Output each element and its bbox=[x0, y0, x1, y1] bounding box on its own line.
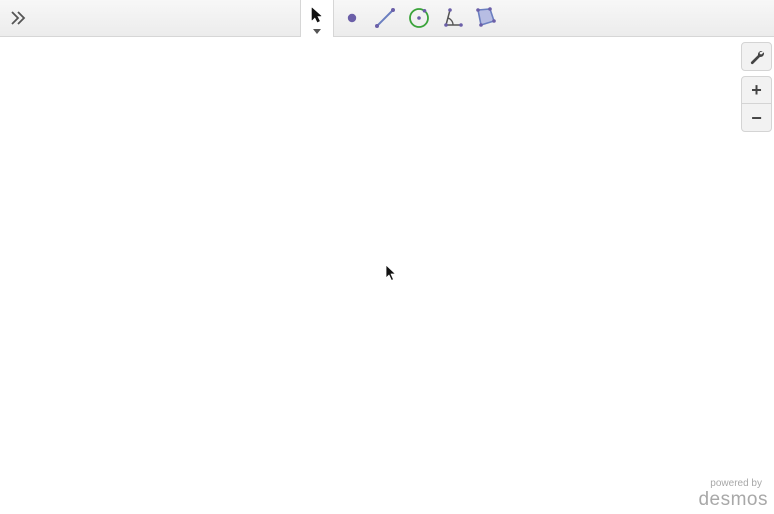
select-tool-button[interactable] bbox=[300, 0, 334, 37]
graph-settings-button[interactable] bbox=[741, 42, 772, 71]
point-icon bbox=[347, 13, 357, 23]
tool-dropdown-caret-icon[interactable] bbox=[313, 29, 321, 34]
point-tool-button[interactable] bbox=[335, 0, 369, 36]
mouse-pointer-icon bbox=[385, 264, 396, 281]
toolbar bbox=[0, 0, 774, 37]
polygon-icon bbox=[476, 7, 496, 27]
circle-icon bbox=[409, 8, 429, 28]
double-chevron-right-icon bbox=[11, 11, 26, 25]
segment-icon bbox=[375, 8, 395, 28]
geometry-app: + − powered by desmos bbox=[0, 0, 774, 514]
segment-tool-button[interactable] bbox=[368, 0, 402, 36]
zoom-out-button[interactable]: − bbox=[741, 103, 772, 132]
angle-tool-button[interactable] bbox=[436, 0, 470, 36]
circle-tool-button[interactable] bbox=[402, 0, 436, 36]
zoom-in-label: + bbox=[751, 80, 762, 100]
wrench-icon bbox=[750, 50, 764, 64]
powered-by-desmos-logo[interactable]: powered by desmos bbox=[698, 478, 768, 510]
zoom-out-label: − bbox=[751, 107, 762, 128]
polygon-tool-button[interactable] bbox=[469, 0, 503, 36]
arrow-cursor-icon bbox=[311, 7, 322, 22]
expand-sidebar-button[interactable] bbox=[6, 6, 30, 30]
powered-by-text: powered by bbox=[710, 478, 762, 489]
angle-icon bbox=[444, 8, 463, 27]
zoom-in-button[interactable]: + bbox=[741, 76, 772, 104]
desmos-wordmark: desmos bbox=[698, 489, 768, 510]
